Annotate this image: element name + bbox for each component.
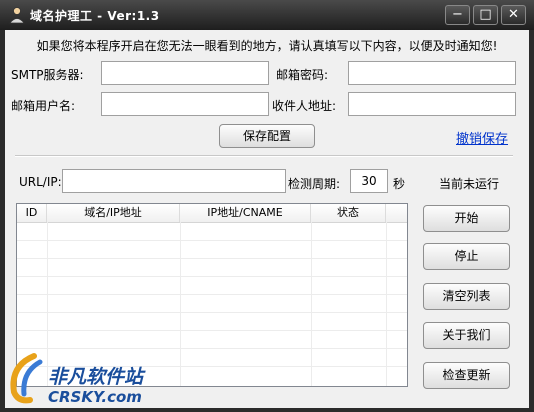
url-ip-label: URL/IP: (19, 175, 62, 189)
minimize-icon: − (452, 7, 463, 22)
watermark-logo-icon (10, 353, 43, 404)
grid-line (17, 294, 407, 295)
watermark: 非凡软件站 CRSKY.com (0, 348, 160, 408)
title-bar[interactable]: 域名护理工 - Ver:1.3 − □ ✕ (0, 0, 534, 30)
grid-line (17, 276, 407, 277)
grid-line (17, 312, 407, 313)
mail-password-input[interactable] (348, 61, 516, 85)
mail-user-label: 邮箱用户名: (11, 99, 76, 113)
mail-user-input[interactable] (101, 92, 269, 116)
url-ip-input[interactable] (62, 169, 286, 193)
grid-line (311, 222, 312, 386)
save-config-button[interactable]: 保存配置 (219, 124, 315, 148)
mail-password-label: 邮箱密码: (276, 68, 329, 82)
grid-line (17, 240, 407, 241)
about-button[interactable]: 关于我们 (423, 322, 510, 349)
start-button[interactable]: 开始 (423, 205, 510, 232)
grid-line (17, 258, 407, 259)
grid-line (386, 222, 387, 386)
column-header-id[interactable]: ID (17, 204, 47, 222)
smtp-label: SMTP服务器: (11, 68, 84, 82)
interval-unit: 秒 (393, 177, 406, 191)
notice-text: 如果您将本程序开启在您无法一眼看到的地方，请认真填写以下内容，以便及时通知您! (36, 39, 498, 53)
watermark-site: CRSKY.com (48, 388, 142, 406)
grid-line (180, 222, 181, 386)
smtp-server-input[interactable] (101, 61, 269, 85)
recipient-input[interactable] (348, 92, 516, 116)
column-header-status[interactable]: 状态 (311, 204, 386, 222)
interval-input[interactable]: 30 (350, 169, 388, 193)
maximize-icon: □ (479, 7, 492, 22)
check-update-button[interactable]: 检查更新 (423, 362, 510, 389)
stop-button[interactable]: 停止 (423, 243, 510, 270)
interval-label: 检测周期: (288, 177, 341, 191)
close-icon: ✕ (508, 7, 519, 22)
minimize-button[interactable]: − (445, 5, 470, 25)
window-title: 域名护理工 - Ver:1.3 (30, 9, 160, 23)
column-header-ip[interactable]: IP地址/CNAME (180, 204, 311, 222)
undo-save-link[interactable]: 撤销保存 (456, 128, 508, 147)
recipient-label: 收件人地址: (272, 99, 337, 113)
divider (15, 155, 513, 157)
app-person-icon (9, 7, 25, 24)
watermark-name: 非凡软件站 (48, 366, 144, 388)
column-header-domain[interactable]: 域名/IP地址 (47, 204, 180, 222)
clear-list-button[interactable]: 清空列表 (423, 283, 510, 310)
run-status: 当前未运行 (439, 177, 500, 191)
close-button[interactable]: ✕ (501, 5, 526, 25)
maximize-button[interactable]: □ (473, 5, 498, 25)
grid-line (17, 330, 407, 331)
app-window: 域名护理工 - Ver:1.3 − □ ✕ 如果您将本程序开启在您无法一眼看到的… (0, 0, 534, 412)
list-header: ID 域名/IP地址 IP地址/CNAME 状态 (17, 204, 407, 223)
